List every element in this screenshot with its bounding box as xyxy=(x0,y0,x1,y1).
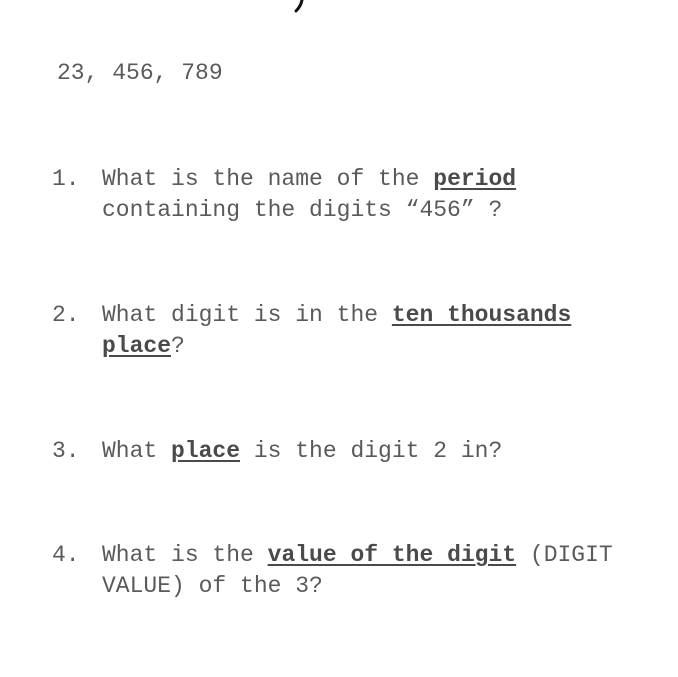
text: containing the digits “456” ? xyxy=(102,197,503,223)
emphasis: place xyxy=(171,438,241,464)
emphasis: value of the digit xyxy=(267,542,517,568)
question-number: 3. xyxy=(52,438,80,464)
number-display: 23, 456, 789 xyxy=(57,60,223,86)
question-3: 3. What place is the digit 2 in? xyxy=(52,436,662,467)
text: What is the name of the xyxy=(102,166,434,192)
question-text: What place is the digit 2 in? xyxy=(102,436,662,467)
question-number: 2. xyxy=(52,302,80,328)
question-2: 2. What digit is in the ten thousands pl… xyxy=(52,300,662,362)
question-number: 1. xyxy=(52,166,80,192)
question-text: What digit is in the ten thousands place… xyxy=(102,300,662,362)
text: is the digit 2 in? xyxy=(240,438,503,464)
question-4: 4. What is the value of the digit (DIGIT… xyxy=(52,540,662,602)
text: What xyxy=(102,438,172,464)
text: What digit is in the xyxy=(102,302,392,328)
handwritten-comma-mark xyxy=(294,0,304,13)
text: ? xyxy=(171,333,185,359)
question-text: What is the name of the period containin… xyxy=(102,164,662,226)
emphasis: period xyxy=(433,166,517,192)
question-number: 4. xyxy=(52,542,80,568)
question-text: What is the value of the digit (DIGIT VA… xyxy=(102,540,662,602)
question-1: 1. What is the name of the period contai… xyxy=(52,164,662,226)
text: What is the xyxy=(102,542,268,568)
